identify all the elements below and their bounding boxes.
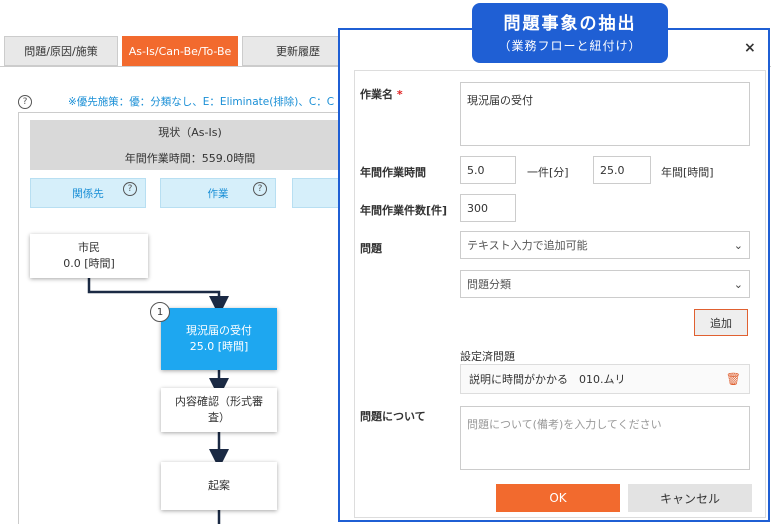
case-count-input[interactable]: 300 <box>460 194 516 222</box>
ok-button[interactable]: OK <box>496 484 620 512</box>
flow-node-draft[interactable]: 起案 <box>161 462 277 510</box>
about-problem-placeholder: 問題について(備考)を入力してください <box>467 418 662 431</box>
about-problem-field[interactable]: 問題について(備考)を入力してください <box>460 406 750 470</box>
problem-label: 問題 <box>360 242 382 255</box>
set-problem-item: 説明に時間がかかる 010.ムリ 🗑 <box>460 364 750 394</box>
callout-banner: 問題事象の抽出 （業務フローと紐付け） <box>472 3 668 63</box>
callout-title: 問題事象の抽出 <box>503 14 637 34</box>
flow-node-check[interactable]: 内容確認（形式審査） <box>161 388 277 432</box>
set-problems-label: 設定済問題 <box>460 350 515 363</box>
node-time: 25.0 [時間] <box>189 340 249 353</box>
set-problem-text: 説明に時間がかかる 010.ムリ <box>469 373 626 386</box>
annual-hours-input[interactable]: 25.0 <box>593 156 651 184</box>
task-name-label-text: 作業名 <box>360 88 393 101</box>
problem-category-select[interactable]: 問題分類 ⌄ <box>460 270 750 298</box>
case-count-label: 年間作業件数[件] <box>360 204 448 217</box>
task-name-field[interactable]: 現況届の受付 <box>460 82 750 146</box>
node-name: 現況届の受付 <box>186 323 252 337</box>
annual-unit: 年間[時間] <box>661 166 714 179</box>
per-case-unit: 一件[分] <box>527 166 569 179</box>
problem-select-value: テキスト入力で追加可能 <box>467 239 588 252</box>
problem-select[interactable]: テキスト入力で追加可能 ⌄ <box>460 231 750 259</box>
annual-time-label: 年間作業時間 <box>360 166 426 179</box>
node-time: 0.0 [時間] <box>63 257 115 270</box>
flow-node-citizen[interactable]: 市民 0.0 [時間] <box>30 234 148 278</box>
callout-subtitle: （業務フローと紐付け） <box>498 39 642 53</box>
chevron-down-icon: ⌄ <box>733 277 743 291</box>
flow-node-reception[interactable]: 現況届の受付 25.0 [時間] <box>161 308 277 370</box>
node-name: 内容確認（形式審査） <box>175 394 263 425</box>
node-number-badge: 1 <box>150 302 170 322</box>
trash-icon[interactable]: 🗑 <box>726 372 741 386</box>
flow-arrow <box>87 278 229 316</box>
per-case-minutes-input[interactable]: 5.0 <box>460 156 516 184</box>
close-icon[interactable]: × <box>744 40 756 56</box>
about-problem-label: 問題について <box>360 410 426 423</box>
required-mark: * <box>396 88 403 101</box>
chevron-down-icon: ⌄ <box>733 238 743 252</box>
cancel-button[interactable]: キャンセル <box>628 484 752 512</box>
task-name-label: 作業名 * <box>360 86 403 102</box>
add-problem-button[interactable]: 追加 <box>694 309 748 336</box>
node-name: 起案 <box>208 478 230 492</box>
node-name: 市民 <box>78 240 100 254</box>
problem-category-value: 問題分類 <box>467 278 511 291</box>
